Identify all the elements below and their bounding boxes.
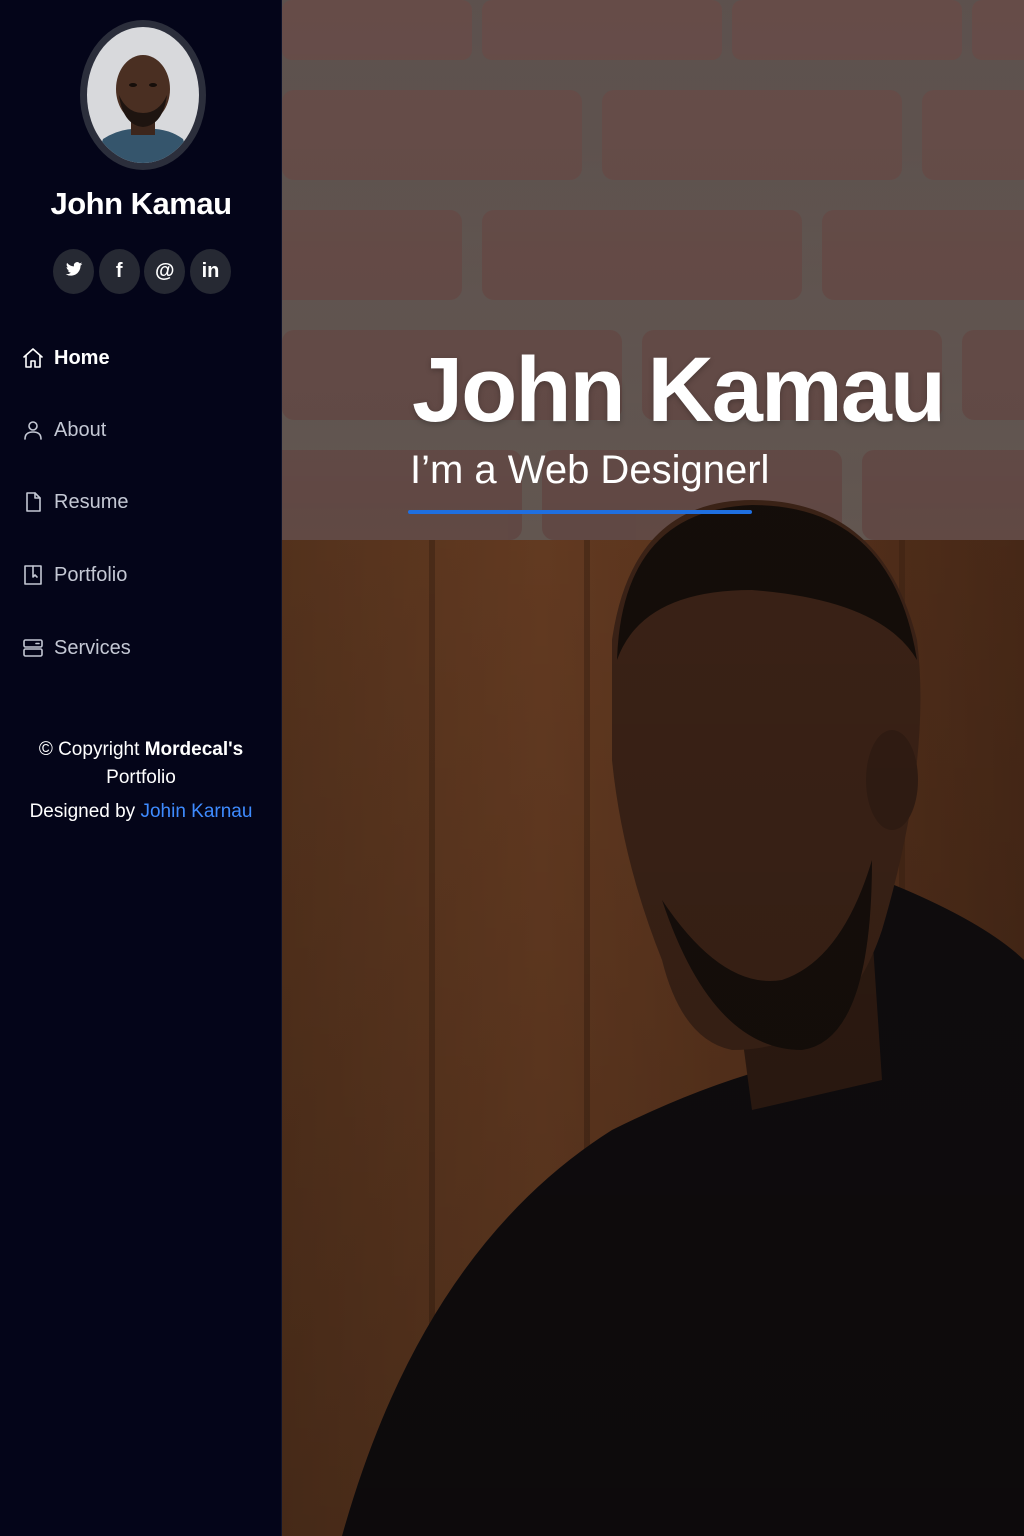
nav-item-about[interactable]: About xyxy=(20,410,260,450)
avatar-photo xyxy=(87,27,199,163)
server-icon xyxy=(20,635,46,661)
hero-section: John Kamau I’m a Web Designerl xyxy=(282,0,1024,1536)
facebook-button[interactable]: f xyxy=(98,249,140,294)
copyright-prefix: © Copyright xyxy=(38,739,145,760)
hero-subtitle: I’m a Web Designerl xyxy=(410,448,770,492)
designed-prefix: Designed by xyxy=(29,801,141,822)
nav-item-label: Portfolio xyxy=(54,563,128,586)
copyright-suffix: Portfolio xyxy=(106,767,176,788)
linkedin-icon: in xyxy=(201,260,220,282)
facebook-icon: f xyxy=(115,260,123,282)
linkedin-button[interactable]: in xyxy=(189,249,231,294)
nav-item-label: Services xyxy=(54,636,131,659)
hero-title: John Kamau xyxy=(412,339,946,441)
designed-by-line: Designed by Johin Karnau xyxy=(0,798,282,826)
twitter-icon xyxy=(64,259,84,285)
sidebar: John Kamau f @ in Home About Resume Port… xyxy=(0,0,282,1536)
copyright-line: © Copyright Mordecal's xyxy=(0,736,282,764)
twitter-button[interactable] xyxy=(53,249,94,294)
hero-underline xyxy=(408,510,752,514)
hero-background-image xyxy=(282,0,1024,1536)
nav-item-label: About xyxy=(54,418,107,441)
book-icon xyxy=(20,562,46,588)
user-icon xyxy=(20,417,46,443)
nav-item-label: Home xyxy=(54,346,110,369)
nav-item-services[interactable]: Services xyxy=(20,628,260,668)
nav-item-label: Resume xyxy=(54,490,129,513)
profile-name: John Kamau xyxy=(50,186,232,221)
designer-link[interactable]: Johin Karnau xyxy=(140,801,252,822)
nav-item-portfolio[interactable]: Portfolio xyxy=(20,555,260,595)
nav-item-home[interactable]: Home xyxy=(20,338,260,378)
social-links: f @ in xyxy=(53,249,231,295)
instagram-button[interactable]: @ xyxy=(144,249,186,294)
at-icon: @ xyxy=(155,260,175,282)
home-icon xyxy=(20,345,46,371)
file-icon xyxy=(20,489,46,515)
sidebar-footer: © Copyright Mordecal's Portfolio Designe… xyxy=(0,736,282,826)
copyright-owner: Mordecal's xyxy=(144,739,244,760)
nav-item-resume[interactable]: Resume xyxy=(20,482,260,522)
avatar xyxy=(80,20,206,170)
